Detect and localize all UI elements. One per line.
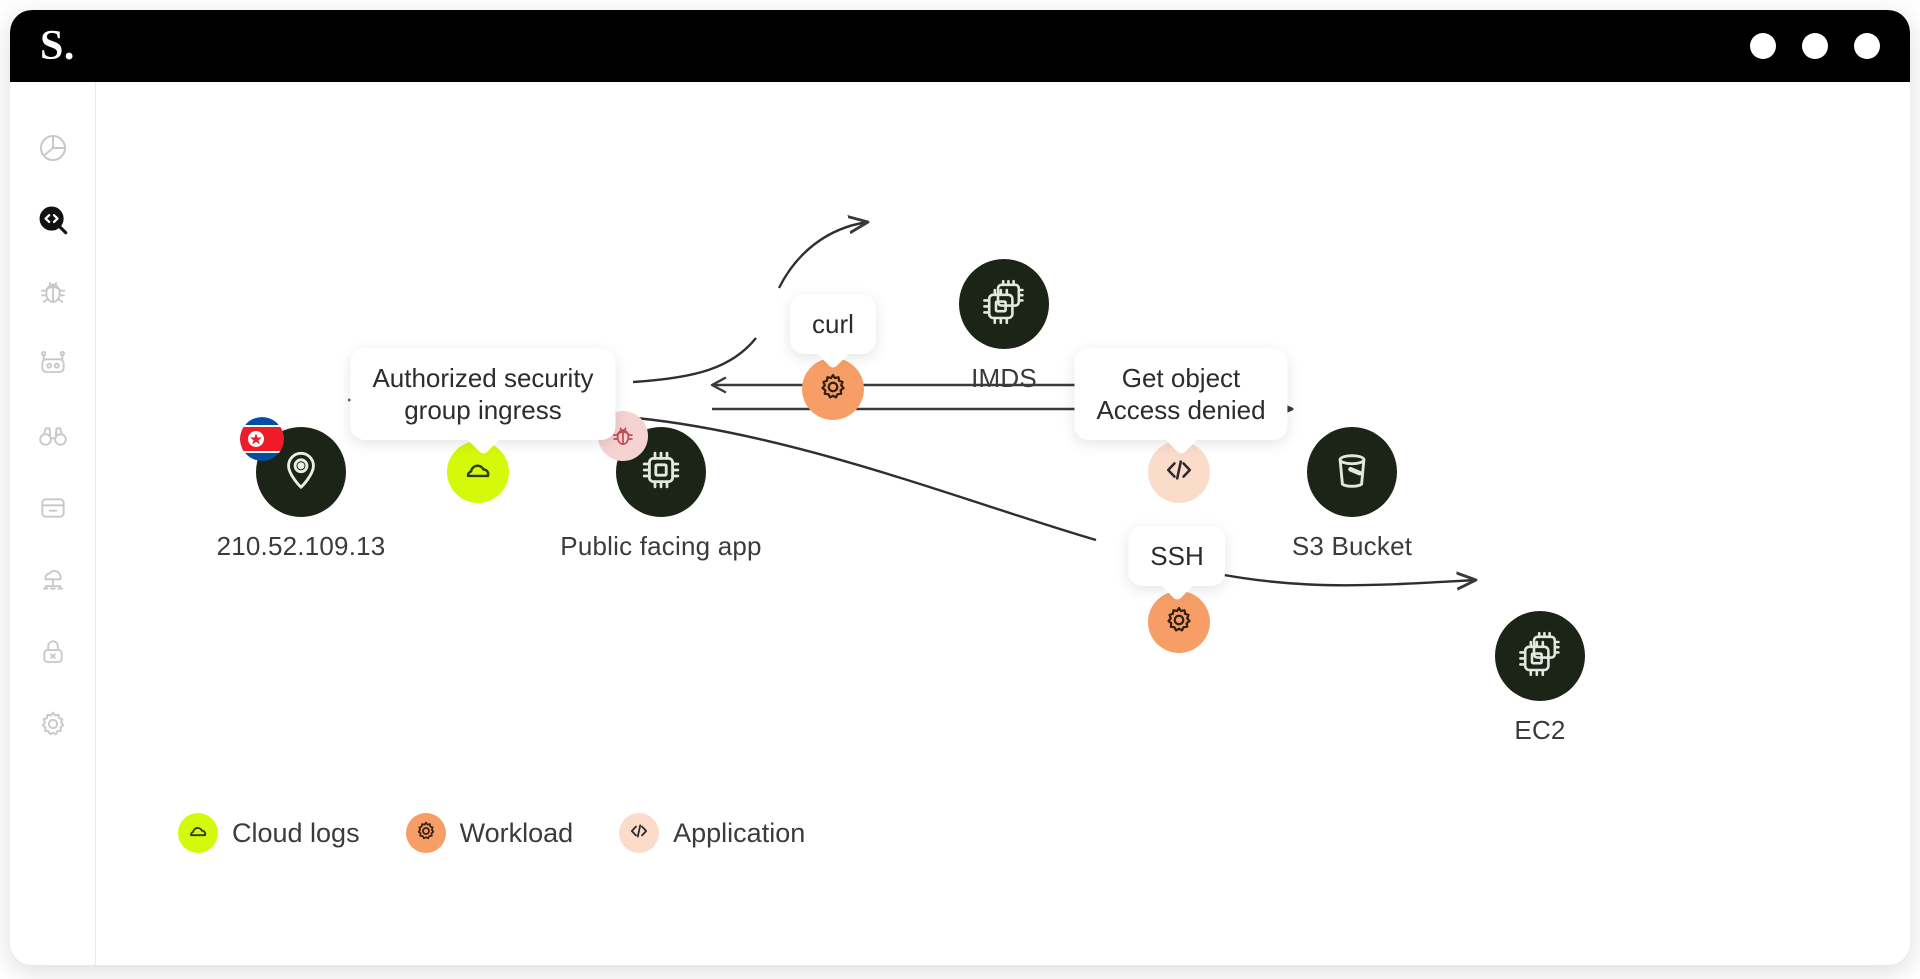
sidebar xyxy=(10,82,96,965)
node-ip-circle[interactable] xyxy=(240,417,346,517)
tooltip-curl: curl xyxy=(790,294,876,355)
code-angle-icon xyxy=(627,819,651,848)
attack-path-graph: 210.52.109.13 Public facing app IMDS S3 … xyxy=(96,82,1910,965)
code-search-icon xyxy=(36,203,70,237)
legend-swatch-application xyxy=(619,813,660,853)
node-imds-label: IMDS xyxy=(971,363,1037,393)
sidebar-item-investigate[interactable] xyxy=(27,194,79,246)
node-ec2-circle[interactable] xyxy=(1495,611,1585,701)
legend: Cloud logs Workload Application xyxy=(178,813,805,853)
lock-denied-icon xyxy=(37,636,69,668)
pie-chart-icon xyxy=(37,132,69,164)
cloud-icon xyxy=(186,819,210,848)
cloud-network-icon xyxy=(37,564,69,596)
gear-icon xyxy=(1162,603,1196,642)
legend-swatch-cloud-logs xyxy=(178,813,218,853)
node-public-facing-app[interactable]: Public facing app xyxy=(560,411,762,561)
sidebar-item-threats[interactable] xyxy=(27,266,79,318)
legend-label-application: Application xyxy=(673,817,806,848)
gear-icon xyxy=(414,819,438,848)
legend-item-cloud-logs[interactable]: Cloud logs xyxy=(178,813,360,853)
legend-item-application[interactable]: Application xyxy=(619,813,805,853)
code-angle-icon xyxy=(1161,452,1197,493)
app-logo: S. xyxy=(40,23,75,69)
tooltip-ssh: SSH xyxy=(1128,526,1226,587)
app-root: S. 210.52.109.13 Public facing app IMDS … xyxy=(0,0,1920,979)
sidebar-item-cloud[interactable] xyxy=(27,554,79,606)
dual-chip-icon xyxy=(980,278,1028,331)
legend-item-workload[interactable]: Workload xyxy=(405,813,574,853)
node-s3-bucket[interactable]: S3 Bucket xyxy=(1292,427,1412,561)
sidebar-item-dashboard[interactable] xyxy=(27,122,79,174)
bucket-icon xyxy=(1329,447,1375,498)
archive-box-icon xyxy=(37,492,69,524)
tooltip-authorized-security-group-ingress: Authorized security group ingress xyxy=(350,348,616,441)
legend-label-cloud-logs: Cloud logs xyxy=(232,817,360,848)
title-bar: S. xyxy=(10,10,1910,82)
window-controls xyxy=(1750,33,1880,59)
gear-icon xyxy=(816,370,850,409)
edge-chip-ssh-workload[interactable] xyxy=(1148,591,1210,653)
sidebar-item-settings[interactable] xyxy=(27,698,79,750)
node-ec2-label: EC2 xyxy=(1514,715,1566,745)
tooltip-get-object-access-denied: Get object Access denied xyxy=(1074,348,1288,441)
close-button[interactable] xyxy=(1854,33,1880,59)
node-imds-circle[interactable] xyxy=(959,259,1049,349)
location-pin-icon xyxy=(278,447,324,498)
robot-icon xyxy=(37,348,69,380)
cloud-icon xyxy=(461,453,495,492)
maximize-button[interactable] xyxy=(1802,33,1828,59)
node-imds[interactable]: IMDS xyxy=(959,259,1049,393)
node-s3-label: S3 Bucket xyxy=(1291,531,1413,561)
dual-chip-icon xyxy=(1516,630,1564,683)
node-app-circle[interactable] xyxy=(598,411,706,517)
minimize-button[interactable] xyxy=(1750,33,1776,59)
edge-curlchip-to-imds xyxy=(777,222,868,289)
node-s3-circle[interactable] xyxy=(1307,427,1397,517)
edge-app-to-curlchip xyxy=(632,337,757,384)
node-ec2[interactable]: EC2 xyxy=(1495,611,1585,745)
node-ip-label: 210.52.109.13 xyxy=(216,531,386,561)
node-app-label: Public facing app xyxy=(560,531,762,561)
gear-icon xyxy=(37,708,69,740)
legend-swatch-workload xyxy=(405,813,446,853)
sidebar-item-inventory[interactable] xyxy=(27,482,79,534)
sidebar-item-blocked[interactable] xyxy=(27,626,79,678)
legend-label-workload: Workload xyxy=(459,817,574,848)
sidebar-item-hunting[interactable] xyxy=(27,410,79,462)
bug-icon xyxy=(37,276,69,308)
node-ip[interactable]: 210.52.109.13 xyxy=(217,417,385,561)
chip-icon xyxy=(637,446,685,499)
application-window: S. 210.52.109.13 Public facing app IMDS … xyxy=(10,10,1910,965)
sidebar-item-agents[interactable] xyxy=(27,338,79,390)
binoculars-icon xyxy=(37,420,69,452)
north-korea-flag-icon xyxy=(240,417,284,461)
